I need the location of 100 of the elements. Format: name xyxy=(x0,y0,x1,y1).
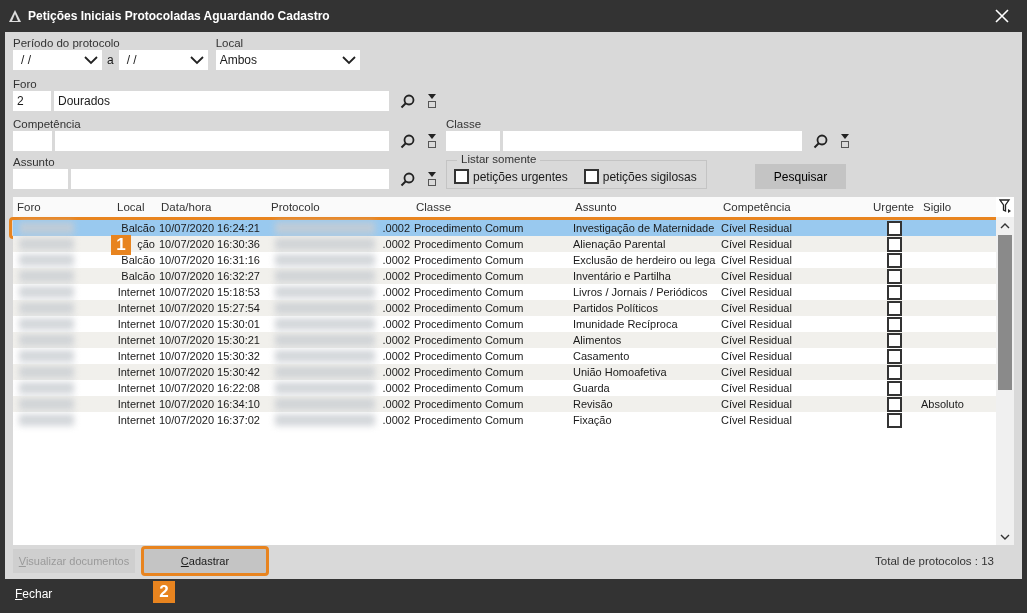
classe-field[interactable] xyxy=(503,131,802,151)
table-cell-text: Internet xyxy=(117,334,156,346)
checkbox[interactable] xyxy=(886,412,902,428)
checkbox[interactable] xyxy=(886,396,902,412)
column-header[interactable]: Urgente xyxy=(869,201,919,213)
checkbox[interactable] xyxy=(886,380,902,396)
dropdown-list-icon[interactable] xyxy=(427,172,437,186)
table-cell-text: Cível Residual xyxy=(720,286,793,298)
local-select[interactable]: Ambos xyxy=(215,50,360,70)
field-label: Competência xyxy=(13,117,82,131)
competencia-field[interactable] xyxy=(55,131,389,151)
dropdown-list-icon[interactable] xyxy=(427,94,437,108)
field-label: Assunto xyxy=(13,155,56,169)
checkbox[interactable] xyxy=(886,316,902,332)
table-cell-text: Cível Residual xyxy=(720,270,793,282)
date-from-select[interactable]: / / xyxy=(13,50,102,70)
column-header[interactable]: Assunto xyxy=(571,201,719,213)
code-field[interactable] xyxy=(446,131,500,151)
column-header[interactable]: Data/hora xyxy=(157,201,267,213)
table-cell-text: 10/07/2020 16:22:08 xyxy=(158,382,261,394)
checkbox[interactable] xyxy=(886,220,902,236)
scrollbar[interactable] xyxy=(996,217,1014,545)
table-cell-text: 10/07/2020 15:30:21 xyxy=(158,334,261,346)
table-cell-text: Cível Residual xyxy=(720,334,793,346)
table-row[interactable]: Internet 10/07/2020 15:30:21 .0002 Procedimento Comum Alimentos Cível Residual xyxy=(13,332,996,348)
checkbox[interactable] xyxy=(583,169,599,184)
step-badge: 1 xyxy=(111,235,131,255)
table-cell-text: .0002 xyxy=(381,286,411,298)
table-cell-text: .0002 xyxy=(381,254,411,266)
checkbox[interactable] xyxy=(886,348,902,364)
table-row[interactable]: Internet 10/07/2020 15:30:42 .0002 Procedimento Comum União Homoafetiva Cível Residual xyxy=(13,364,996,380)
table-cell-text: Livros / Jornais / Periódicos xyxy=(572,286,709,298)
scroll-up-icon[interactable] xyxy=(1000,222,1010,230)
table-cell-text: 10/07/2020 15:30:42 xyxy=(158,366,261,378)
redacted-blur xyxy=(19,318,74,330)
search-icon[interactable] xyxy=(813,133,828,149)
action-button[interactable]: Cadastrar xyxy=(141,546,269,576)
table-cell-text: 10/07/2020 16:32:27 xyxy=(158,270,261,282)
table-cell-text: União Homoafetiva xyxy=(572,366,668,378)
field-label: Foro xyxy=(13,77,38,91)
chevron-down-icon xyxy=(189,55,204,65)
table-cell-text: Investigação de Maternidade xyxy=(572,222,716,234)
group-label: Listar somente xyxy=(457,153,541,165)
checkbox[interactable] xyxy=(886,268,902,284)
code-field[interactable] xyxy=(13,131,52,151)
table-row[interactable]: Balcão 10/07/2020 16:32:27 .0002 Procedimento Comum Inventário e Partilha Cível Residual xyxy=(13,268,996,284)
redacted-blur xyxy=(19,334,74,346)
table-cell-text: Procedimento Comum xyxy=(413,254,525,266)
table-row[interactable]: Internet 10/07/2020 16:34:10 .0002 Procedimento Comum Revisão Cível Residual Absoluto xyxy=(13,396,996,412)
dropdown-list-icon[interactable] xyxy=(840,134,850,148)
table-cell-text: Balcão xyxy=(121,270,156,282)
column-header[interactable]: Protocolo xyxy=(267,201,412,213)
table-cell-text: 10/07/2020 16:30:36 xyxy=(158,238,261,250)
checkbox[interactable] xyxy=(886,332,902,348)
filter-icon[interactable] xyxy=(999,199,1011,213)
checkbox[interactable] xyxy=(886,236,902,252)
table-cell-text: Procedimento Comum xyxy=(413,302,525,314)
checkbox[interactable] xyxy=(886,364,902,380)
checkbox[interactable] xyxy=(886,252,902,268)
table-cell-text: Cível Residual xyxy=(720,254,793,266)
table-cell-text: Cível Residual xyxy=(720,318,793,330)
table-cell-text: Balcão xyxy=(121,222,156,234)
search-icon[interactable] xyxy=(400,133,415,149)
table-cell-text: .0002 xyxy=(381,350,411,362)
column-header[interactable]: Local xyxy=(113,201,157,213)
date-to-select[interactable]: / / xyxy=(118,50,208,70)
checkbox[interactable] xyxy=(886,284,902,300)
close-icon[interactable] xyxy=(995,9,1009,23)
column-header[interactable]: Competência xyxy=(719,201,869,213)
foro-name-field[interactable]: Dourados xyxy=(54,91,389,111)
column-header[interactable]: Foro xyxy=(13,201,113,213)
scroll-down-icon[interactable] xyxy=(1000,533,1010,541)
assunto-field[interactable] xyxy=(71,169,389,189)
table-cell-text: Cível Residual xyxy=(720,382,793,394)
checkbox[interactable] xyxy=(886,300,902,316)
foro-code-field[interactable]: 2 xyxy=(13,91,51,111)
total-count: Total de protocolos : 13 xyxy=(875,555,994,567)
table-cell-text: .0002 xyxy=(381,302,411,314)
table-cell-text: Procedimento Comum xyxy=(413,398,525,410)
column-header[interactable]: Sigilo xyxy=(919,201,979,213)
search-icon[interactable] xyxy=(400,93,415,109)
dropdown-list-icon[interactable] xyxy=(427,134,437,148)
redacted-blur xyxy=(19,222,74,234)
close-link[interactable]: Fechar xyxy=(15,587,53,601)
table-cell-text: 10/07/2020 16:24:21 xyxy=(158,222,261,234)
table-cell-text: Procedimento Comum xyxy=(413,366,525,378)
table-row[interactable]: Internet 10/07/2020 15:27:54 .0002 Procedimento Comum Partidos Políticos Cível Residual xyxy=(13,300,996,316)
search-button[interactable]: Pesquisar xyxy=(755,164,846,189)
scrollbar-thumb[interactable] xyxy=(998,235,1012,390)
table-cell-text: Alienação Parental xyxy=(572,238,667,250)
table-cell-text: .0002 xyxy=(381,222,411,234)
code-field[interactable] xyxy=(13,169,68,189)
search-icon[interactable] xyxy=(400,171,415,187)
table-cell-text: Exclusão de herdeiro ou lega xyxy=(572,254,717,266)
table-cell-text: Procedimento Comum xyxy=(413,222,525,234)
checkbox[interactable] xyxy=(454,169,469,184)
field-label: Classe xyxy=(446,117,483,131)
table-cell-text: Internet xyxy=(117,286,156,298)
column-header[interactable]: Classe xyxy=(412,201,571,213)
table-cell-text: Procedimento Comum xyxy=(413,414,525,426)
